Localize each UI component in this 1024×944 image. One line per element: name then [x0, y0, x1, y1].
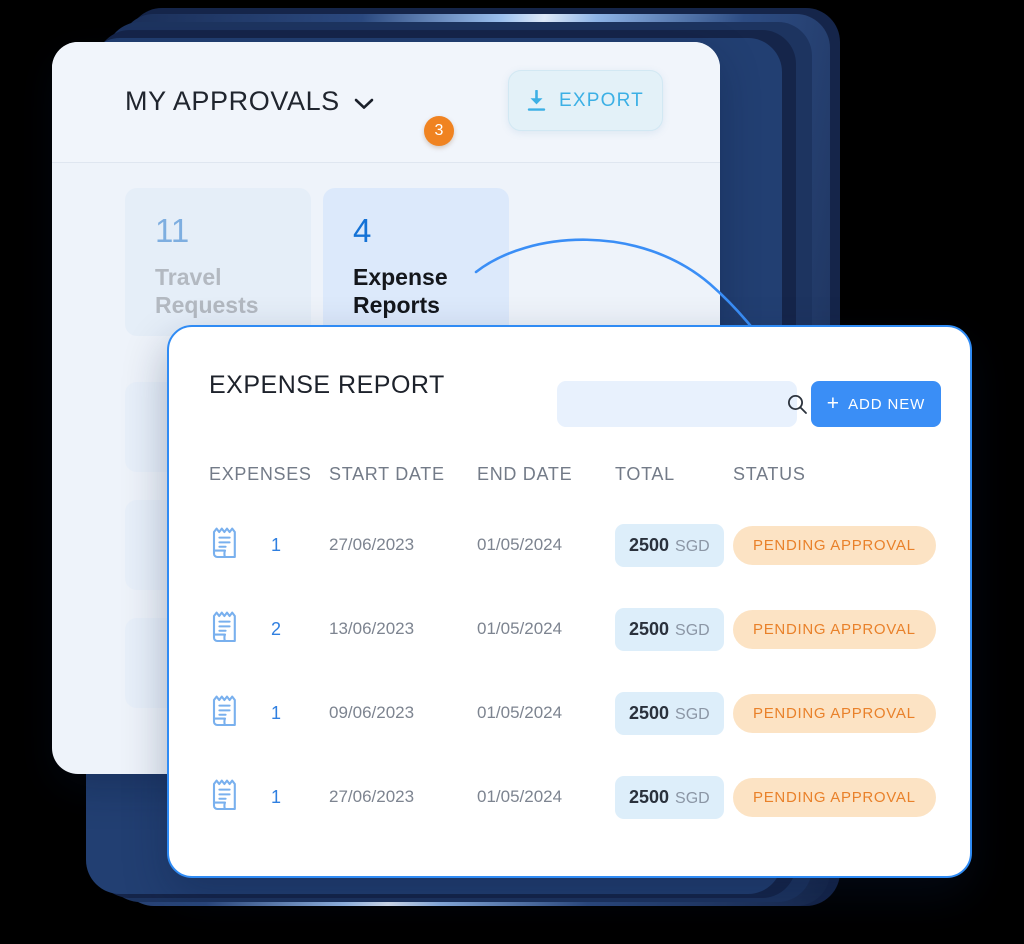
- expense-report-title: EXPENSE REPORT: [209, 371, 445, 399]
- total-pill: 2500 SGD: [615, 691, 724, 735]
- total-cell: 2500 SGD: [615, 523, 733, 567]
- expense-count: 2: [271, 618, 282, 639]
- add-new-button-label: ADD NEW: [848, 395, 926, 413]
- expense-count: 1: [271, 702, 282, 723]
- add-new-button[interactable]: + ADD NEW: [811, 381, 941, 427]
- stat-label-line-2: Reports: [353, 291, 440, 318]
- end-date-value: 01/05/2024: [477, 787, 563, 806]
- total-pill: 2500 SGD: [615, 607, 724, 651]
- start-date-value: 27/06/2023: [329, 787, 415, 806]
- export-button[interactable]: EXPORT: [508, 70, 663, 131]
- total-amount: 2500: [629, 786, 670, 807]
- stat-value: 4: [353, 212, 372, 249]
- chevron-down-icon[interactable]: [354, 98, 374, 110]
- total-pill: 2500 SGD: [615, 523, 724, 567]
- table-row[interactable]: 1 27/06/2023 01/05/2024 2500 SGD PENDING…: [169, 503, 970, 587]
- expense-table: EXPENSES START DATE END DATE TOTAL STATU…: [169, 445, 970, 839]
- status-cell: PENDING APPROVAL: [733, 609, 936, 649]
- total-cell: 2500 SGD: [615, 607, 733, 651]
- column-header-start-date: START DATE: [329, 463, 445, 484]
- expense-count: 1: [271, 534, 282, 555]
- start-date-value: 27/06/2023: [329, 535, 415, 554]
- column-header-status: STATUS: [733, 463, 806, 484]
- export-button-label: EXPORT: [559, 89, 644, 111]
- page-title: MY APPROVALS: [125, 86, 340, 116]
- stat-card-expense-reports[interactable]: 4 Expense Reports: [323, 188, 509, 336]
- total-amount: 2500: [629, 618, 670, 639]
- total-amount: 2500: [629, 534, 670, 555]
- stat-value: 11: [155, 212, 190, 249]
- stat-card-row: 11 Travel Requests 4 Expense Reports: [125, 188, 509, 336]
- start-date-value: 09/06/2023: [329, 703, 415, 722]
- plus-icon: +: [826, 391, 840, 415]
- column-header-end-date: END DATE: [477, 463, 573, 484]
- stat-label-line-1: Expense: [353, 263, 448, 290]
- stat-label-line-1: Travel: [155, 263, 222, 290]
- total-cell: 2500 SGD: [615, 775, 733, 819]
- total-currency: SGD: [675, 789, 710, 807]
- total-amount: 2500: [629, 702, 670, 723]
- expense-count: 1: [271, 786, 282, 807]
- stat-card-travel-requests[interactable]: 11 Travel Requests: [125, 188, 311, 336]
- start-date-value: 13/06/2023: [329, 619, 415, 638]
- table-row[interactable]: 1 09/06/2023 01/05/2024 2500 SGD PENDING…: [169, 671, 970, 755]
- status-cell: PENDING APPROVAL: [733, 693, 936, 733]
- total-currency: SGD: [675, 705, 710, 723]
- search-input[interactable]: [557, 381, 786, 427]
- download-icon: [527, 89, 546, 112]
- search-box[interactable]: [557, 381, 807, 427]
- status-badge: PENDING APPROVAL: [733, 693, 936, 733]
- status-badge: PENDING APPROVAL: [733, 525, 936, 565]
- table-header-row: EXPENSES START DATE END DATE TOTAL STATU…: [169, 445, 970, 503]
- receipt-icon: [209, 778, 271, 816]
- search-icon[interactable]: [786, 381, 808, 427]
- column-header-expenses: EXPENSES: [209, 463, 312, 484]
- my-approvals-header: MY APPROVALS 3 EXPORT: [52, 42, 720, 163]
- stat-label: Travel Requests: [155, 263, 311, 319]
- expense-report-card: EXPENSE REPORT + ADD NEW EXPENSES START …: [167, 325, 972, 878]
- table-row[interactable]: 1 27/06/2023 01/05/2024 2500 SGD PENDING…: [169, 755, 970, 839]
- status-cell: PENDING APPROVAL: [733, 525, 936, 565]
- my-approvals-title-group[interactable]: MY APPROVALS: [125, 86, 374, 117]
- end-date-value: 01/05/2024: [477, 619, 563, 638]
- status-badge: 3: [424, 116, 454, 146]
- stat-label: Expense Reports: [353, 263, 509, 319]
- status-cell: PENDING APPROVAL: [733, 777, 936, 817]
- receipt-icon: [209, 610, 271, 648]
- stat-label-line-2: Requests: [155, 291, 259, 318]
- total-pill: 2500 SGD: [615, 775, 724, 819]
- end-date-value: 01/05/2024: [477, 535, 563, 554]
- column-header-total: TOTAL: [615, 463, 675, 484]
- total-currency: SGD: [675, 537, 710, 555]
- status-badge: PENDING APPROVAL: [733, 777, 936, 817]
- receipt-icon: [209, 694, 271, 732]
- total-currency: SGD: [675, 621, 710, 639]
- table-row[interactable]: 2 13/06/2023 01/05/2024 2500 SGD PENDING…: [169, 587, 970, 671]
- screenshot-stage: MY APPROVALS 3 EXPORT 11 Travel Requests…: [0, 0, 1024, 944]
- status-badge: PENDING APPROVAL: [733, 609, 936, 649]
- receipt-icon: [209, 526, 271, 564]
- end-date-value: 01/05/2024: [477, 703, 563, 722]
- total-cell: 2500 SGD: [615, 691, 733, 735]
- expense-report-header: EXPENSE REPORT + ADD NEW: [169, 327, 970, 445]
